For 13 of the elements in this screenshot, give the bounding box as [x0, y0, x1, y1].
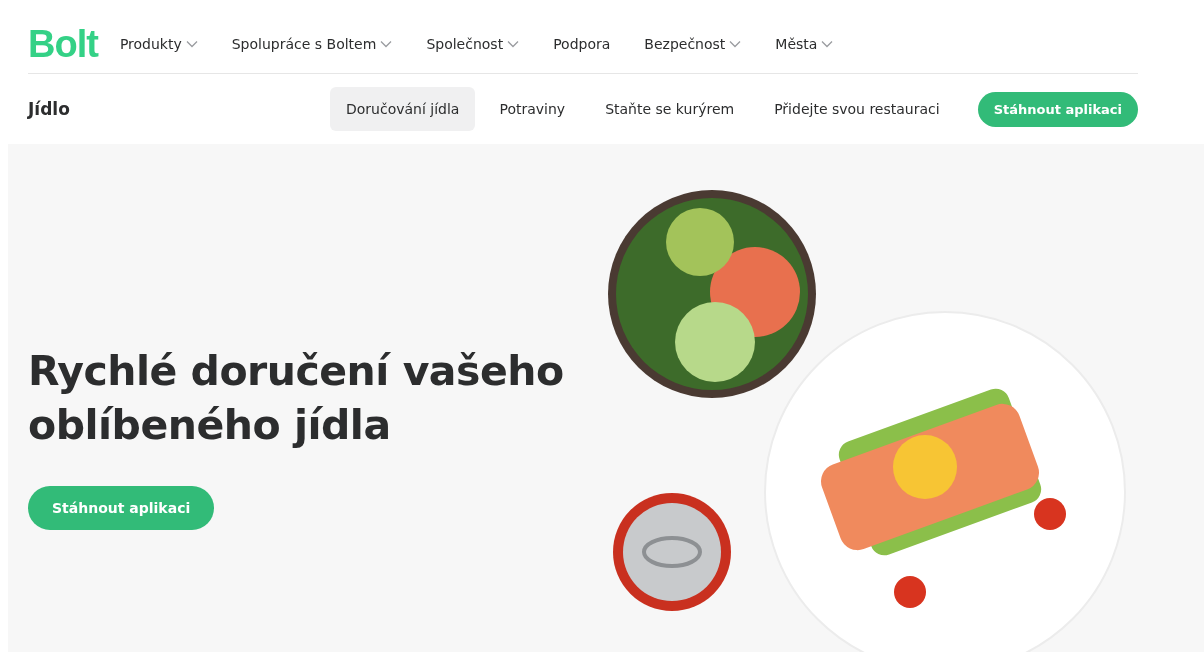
nav-menu-item[interactable]: Produkty	[119, 36, 198, 52]
section-title: Jídlo	[28, 99, 70, 119]
hero-heading: Rychlé doručení vašeho	[28, 346, 564, 397]
nav-menu-item[interactable]: Města	[775, 36, 834, 52]
nav-menu-item[interactable]: Spolupráce s Boltem	[231, 36, 393, 52]
subnav-tab[interactable]: Potraviny	[483, 87, 582, 131]
hero-heading: oblíbeného jídla	[28, 400, 392, 451]
nav-menu-item[interactable]: Společnost	[426, 36, 520, 52]
subnav-tab[interactable]: Přidejte svou restauraci	[758, 87, 956, 131]
nav-menu-item[interactable]: Bezpečnost	[644, 36, 742, 52]
nav-menu-item[interactable]: Podpora	[553, 36, 611, 52]
subnav-tab[interactable]: Doručování jídla	[330, 87, 476, 131]
subnav-tab[interactable]: Staňte se kurýrem	[589, 87, 751, 131]
